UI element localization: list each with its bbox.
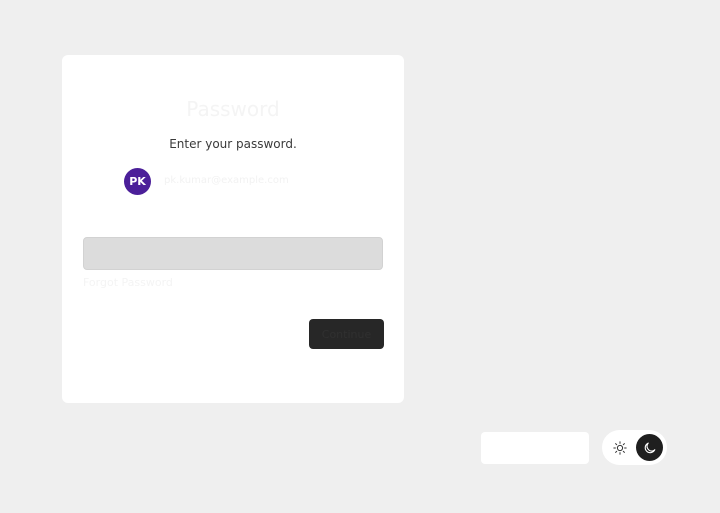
page: Password Enter your password. PK pk.kuma…: [0, 0, 720, 513]
account-email: pk.kumar@example.com: [164, 175, 289, 186]
theme-toggle[interactable]: [602, 430, 667, 465]
continue-button[interactable]: Continue: [309, 319, 384, 349]
password-input[interactable]: [83, 237, 383, 270]
blank-panel: [481, 432, 589, 464]
moon-button[interactable]: [636, 434, 663, 461]
password-card: Password Enter your password. PK pk.kuma…: [62, 55, 404, 403]
sun-icon[interactable]: [610, 438, 630, 458]
moon-icon: [644, 442, 655, 453]
avatar: PK: [124, 168, 151, 195]
subtitle: Enter your password.: [169, 137, 297, 151]
page-title: Password: [186, 97, 280, 121]
forgot-password-link[interactable]: Forgot Password: [83, 276, 173, 289]
